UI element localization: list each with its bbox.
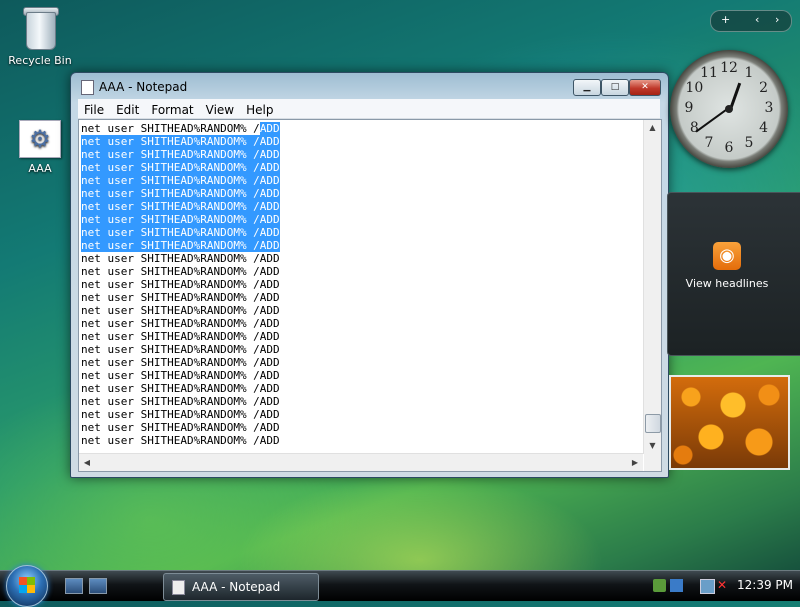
volume-muted-icon[interactable]: ✕ [717, 579, 730, 592]
clock-number: 2 [759, 80, 769, 96]
taskbar: AAA - Notepad ✕ 12:39 PM [0, 565, 800, 607]
text-line: net user SHITHEAD%RANDOM% /ADD [81, 122, 280, 135]
clock-gadget[interactable]: 12 1 2 3 4 5 6 7 8 9 10 11 [670, 50, 788, 168]
clock-number: 11 [700, 65, 718, 82]
recycle-bin-label: Recycle Bin [8, 54, 72, 67]
network-icon[interactable] [653, 579, 666, 592]
maximize-button[interactable]: □ [601, 79, 629, 96]
text-line: net user SHITHEAD%RANDOM% /ADD [81, 304, 280, 317]
text-line: net user SHITHEAD%RANDOM% /ADD [81, 395, 280, 408]
scroll-up-icon[interactable]: ▲ [644, 120, 661, 136]
text-line: net user SHITHEAD%RANDOM% /ADD [81, 135, 280, 148]
menu-help[interactable]: Help [240, 101, 279, 117]
recycle-bin-shortcut[interactable]: Recycle Bin [5, 4, 75, 67]
text-line: net user SHITHEAD%RANDOM% /ADD [81, 226, 280, 239]
title-bar[interactable]: AAA - Notepad ▁ □ ✕ [71, 73, 668, 99]
vertical-scrollbar[interactable]: ▲ ▼ [643, 120, 661, 454]
text-line: net user SHITHEAD%RANDOM% /ADD [81, 330, 280, 343]
text-line: net user SHITHEAD%RANDOM% /ADD [81, 265, 280, 278]
rss-feed-icon: ◉ [713, 242, 741, 270]
notepad-icon [81, 80, 94, 95]
clock-number: 3 [764, 100, 774, 116]
text-line: net user SHITHEAD%RANDOM% /ADD [81, 343, 280, 356]
text-line: net user SHITHEAD%RANDOM% /ADD [81, 200, 280, 213]
close-button[interactable]: ✕ [629, 79, 661, 96]
minimize-button[interactable]: ▁ [573, 79, 601, 96]
text-line: net user SHITHEAD%RANDOM% /ADD [81, 239, 280, 252]
display-icon[interactable] [700, 579, 715, 594]
slideshow-gadget[interactable] [669, 375, 790, 470]
taskbar-notepad-button[interactable]: AAA - Notepad [163, 573, 319, 601]
feed-headlines-gadget[interactable]: ◉ View headlines [667, 192, 800, 356]
windows-logo-icon [19, 577, 35, 593]
menu-bar: File Edit Format View Help [78, 99, 660, 119]
menu-format[interactable]: Format [145, 101, 199, 117]
windows-defender-icon[interactable] [670, 579, 683, 592]
taskbar-notepad-label: AAA - Notepad [192, 580, 281, 594]
text-line: net user SHITHEAD%RANDOM% /ADD [81, 382, 280, 395]
editor-text[interactable]: net user SHITHEAD%RANDOM% /ADD net user S… [81, 122, 643, 447]
clock-number: 6 [724, 140, 734, 156]
gadget-next-button[interactable]: › [775, 13, 779, 26]
scrollbar-corner [644, 454, 661, 471]
vertical-scroll-thumb[interactable] [645, 414, 661, 433]
text-line: net user SHITHEAD%RANDOM% /ADD [81, 213, 280, 226]
system-tray: ✕ 12:39 PM [645, 571, 800, 601]
text-line: net user SHITHEAD%RANDOM% /ADD [81, 434, 280, 447]
text-editor[interactable]: net user SHITHEAD%RANDOM% /ADD net user S… [78, 119, 662, 472]
add-gadget-button[interactable]: + [721, 13, 730, 26]
view-headlines-link[interactable]: View headlines [668, 277, 786, 290]
menu-edit[interactable]: Edit [110, 101, 145, 117]
text-line: net user SHITHEAD%RANDOM% /ADD [81, 408, 280, 421]
menu-file[interactable]: File [78, 101, 110, 117]
clock-number: 12 [720, 60, 738, 76]
window-title: AAA - Notepad [99, 80, 188, 94]
start-button[interactable] [6, 565, 48, 607]
scroll-right-icon[interactable]: ▶ [627, 454, 643, 471]
clock-number: 10 [685, 80, 704, 96]
menu-view[interactable]: View [200, 101, 240, 117]
scroll-down-icon[interactable]: ▼ [644, 438, 661, 454]
aaa-file-label: AAA [28, 162, 52, 175]
show-desktop-icon[interactable] [65, 578, 83, 594]
text-line: net user SHITHEAD%RANDOM% /ADD [81, 291, 280, 304]
text-line: net user SHITHEAD%RANDOM% /ADD [81, 369, 280, 382]
clock-number: 7 [704, 134, 714, 151]
aaa-file-shortcut[interactable]: ⚙ AAA [5, 120, 75, 175]
text-line: net user SHITHEAD%RANDOM% /ADD [81, 174, 280, 187]
clock-number: 5 [744, 134, 754, 151]
sidebar-gadget-controls: + ‹ › [710, 10, 792, 32]
scroll-left-icon[interactable]: ◀ [79, 454, 95, 471]
text-line: net user SHITHEAD%RANDOM% /ADD [81, 421, 280, 434]
clock-number: 9 [684, 100, 694, 116]
gadget-prev-button[interactable]: ‹ [755, 13, 759, 26]
clock-number: 1 [744, 65, 754, 82]
switch-windows-icon[interactable] [89, 578, 107, 594]
text-line: net user SHITHEAD%RANDOM% /ADD [81, 252, 280, 265]
text-line: net user SHITHEAD%RANDOM% /ADD [81, 278, 280, 291]
batch-file-gear-icon: ⚙ [19, 120, 61, 158]
horizontal-scrollbar[interactable]: ◀ ▶ [79, 453, 643, 471]
clock-number: 4 [759, 120, 769, 136]
notepad-icon [172, 580, 185, 595]
text-line: net user SHITHEAD%RANDOM% /ADD [81, 187, 280, 200]
text-line: net user SHITHEAD%RANDOM% /ADD [81, 148, 280, 161]
notepad-window: AAA - Notepad ▁ □ ✕ File Edit Format View He… [70, 72, 669, 478]
text-line: net user SHITHEAD%RANDOM% /ADD [81, 356, 280, 369]
text-line: net user SHITHEAD%RANDOM% /ADD [81, 161, 280, 174]
clock-center [725, 105, 733, 113]
taskbar-clock[interactable]: 12:39 PM [737, 578, 793, 592]
text-line: net user SHITHEAD%RANDOM% /ADD [81, 317, 280, 330]
recycle-bin-icon [22, 4, 59, 50]
